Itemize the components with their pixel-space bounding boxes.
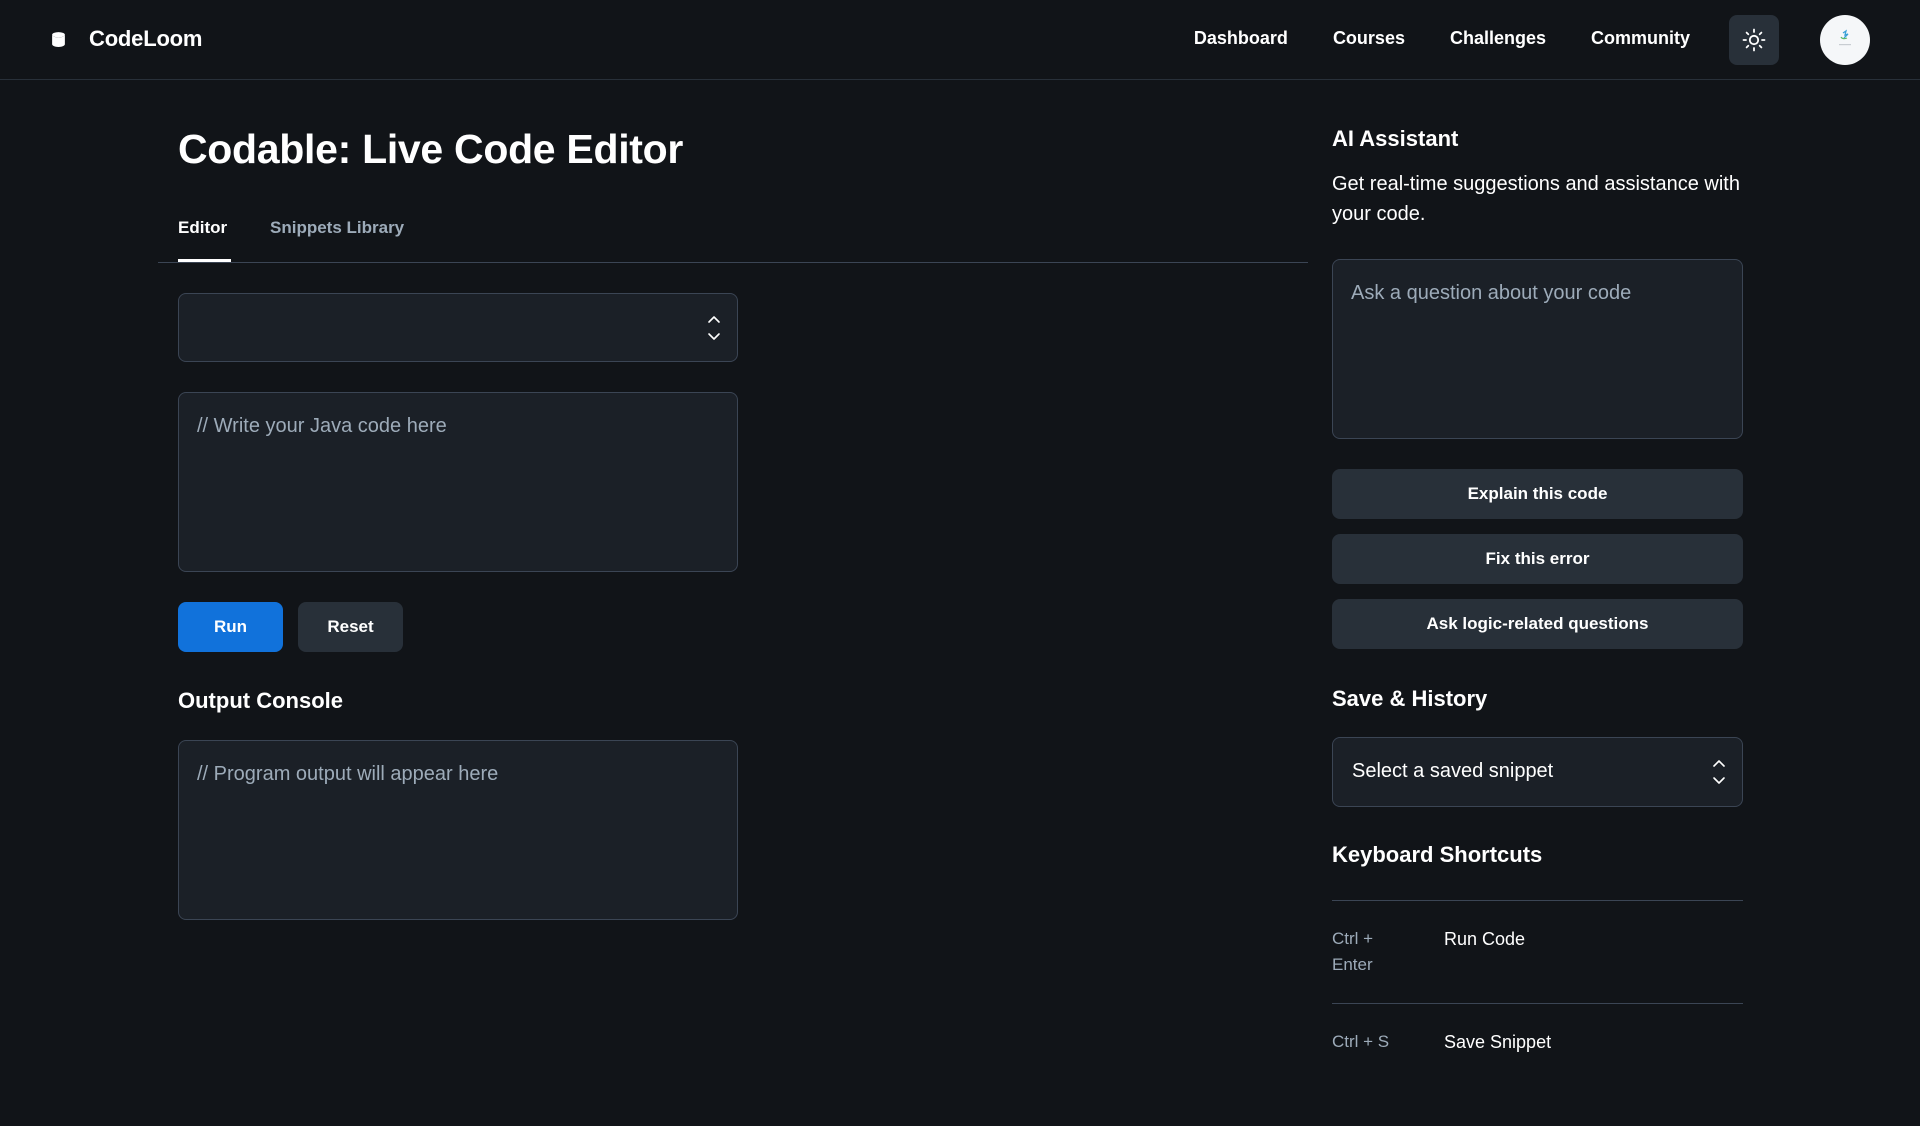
ai-assistant-description: Get real-time suggestions and assistance… bbox=[1332, 173, 1740, 225]
page-title: Codable: Live Code Editor bbox=[178, 126, 684, 172]
nav-challenges[interactable]: Challenges bbox=[1450, 28, 1546, 49]
language-select[interactable] bbox=[178, 293, 738, 362]
shortcuts-divider bbox=[1332, 900, 1743, 901]
output-console[interactable]: // Program output will appear here bbox=[178, 740, 738, 920]
keyboard-shortcuts-title: Keyboard Shortcuts bbox=[1332, 842, 1543, 867]
saved-snippet-select-value: Select a saved snippet bbox=[1352, 760, 1554, 782]
output-console-title: Output Console bbox=[178, 688, 343, 713]
tab-bar: Editor Snippets Library bbox=[158, 210, 1308, 263]
database-icon bbox=[52, 31, 65, 47]
explain-code-button[interactable]: Explain this code bbox=[1332, 469, 1743, 519]
brand-name: CodeLoom bbox=[89, 26, 203, 51]
shortcut-key: Ctrl + Enter bbox=[1332, 929, 1374, 974]
shortcut-key: Ctrl + S bbox=[1332, 1032, 1390, 1051]
reset-button[interactable]: Reset bbox=[298, 602, 403, 652]
run-button[interactable]: Run bbox=[178, 602, 283, 652]
nav-community[interactable]: Community bbox=[1591, 28, 1690, 49]
ai-assistant-title: AI Assistant bbox=[1332, 126, 1459, 151]
ai-question-input[interactable]: Ask a question about your code bbox=[1332, 259, 1743, 439]
shortcut-action: Run Code bbox=[1444, 929, 1526, 949]
avatar[interactable] bbox=[1820, 15, 1870, 65]
chevron-up-down-icon bbox=[708, 315, 720, 340]
sun-icon bbox=[1742, 28, 1766, 52]
main-nav: Dashboard Courses Challenges Community bbox=[1194, 28, 1690, 49]
nav-dashboard[interactable]: Dashboard bbox=[1194, 28, 1288, 49]
theme-toggle-button[interactable] bbox=[1729, 15, 1779, 65]
ai-question-placeholder: Ask a question about your code bbox=[1351, 282, 1632, 304]
output-console-placeholder: // Program output will appear here bbox=[197, 763, 499, 785]
code-editor-input[interactable]: // Write your Java code here bbox=[178, 392, 738, 572]
shortcuts-divider bbox=[1332, 1003, 1743, 1004]
code-editor-placeholder: // Write your Java code here bbox=[197, 415, 447, 437]
brand[interactable]: CodeLoom bbox=[50, 26, 202, 52]
chevron-up-down-icon bbox=[1713, 760, 1725, 784]
fix-error-button[interactable]: Fix this error bbox=[1332, 534, 1743, 584]
nav-courses[interactable]: Courses bbox=[1333, 28, 1405, 49]
top-navigation-bar: CodeLoom Dashboard Courses Challenges Co… bbox=[0, 0, 1920, 80]
saved-snippet-select[interactable]: Select a saved snippet bbox=[1332, 737, 1743, 807]
active-tab-indicator bbox=[178, 259, 231, 262]
tab-snippets-library[interactable]: Snippets Library bbox=[270, 218, 404, 238]
user-avatar-icon bbox=[1839, 29, 1851, 46]
ask-logic-questions-button[interactable]: Ask logic-related questions bbox=[1332, 599, 1743, 649]
save-history-title: Save & History bbox=[1332, 686, 1488, 711]
tab-editor[interactable]: Editor bbox=[178, 218, 227, 238]
shortcut-action: Save Snippet bbox=[1444, 1032, 1552, 1052]
